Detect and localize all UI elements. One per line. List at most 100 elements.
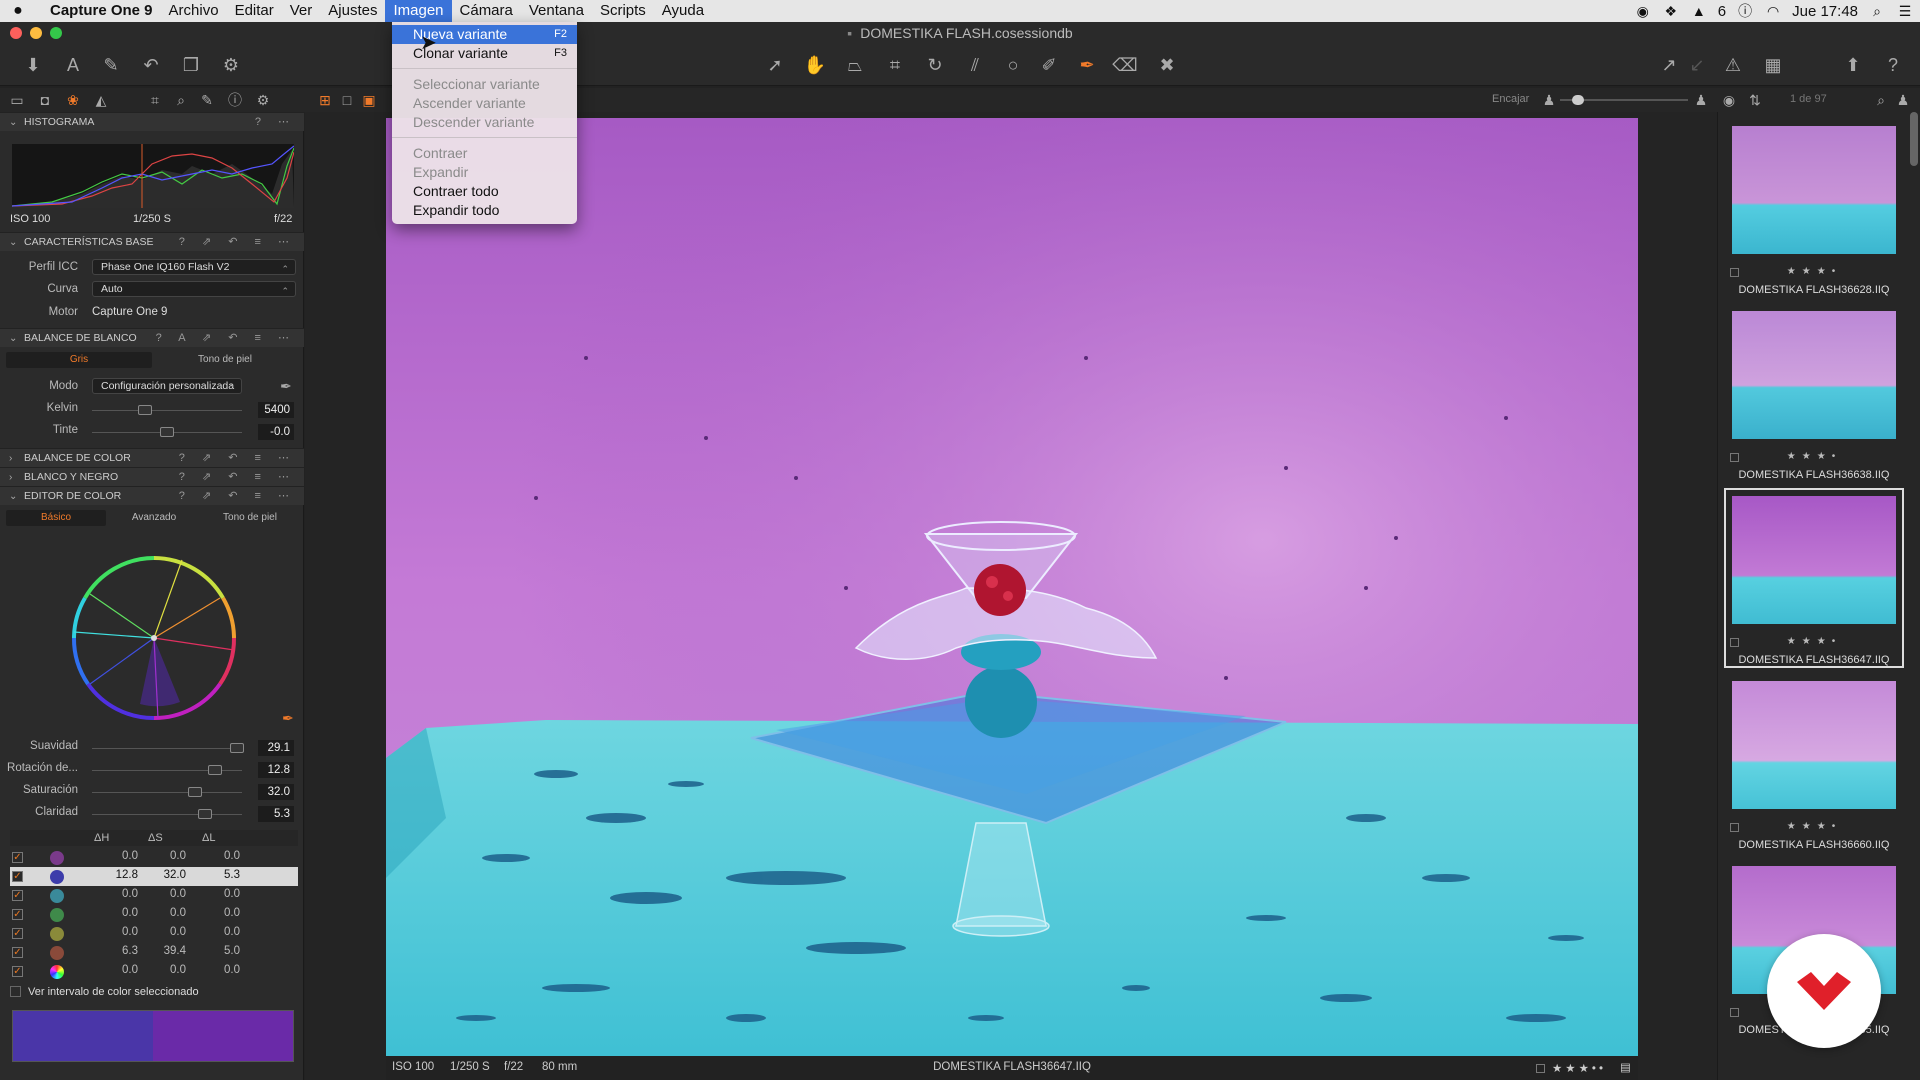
menu-camara[interactable]: Cámara	[452, 0, 521, 22]
show-range-checkbox[interactable]	[10, 986, 21, 997]
import-icon[interactable]: ⬇	[20, 52, 46, 78]
exposure-tab-icon[interactable]: ◭	[92, 91, 110, 109]
row-dl[interactable]: 0.0	[200, 926, 240, 938]
clarity-value[interactable]: 5.3	[258, 806, 294, 822]
browser-scrollbar[interactable]	[1910, 112, 1918, 166]
white-balance-header[interactable]: ⌄ BALANCE DE BLANCO ? A ⇗ ↶ ≡ ⋯	[0, 328, 304, 347]
row-dh[interactable]: 0.0	[98, 888, 138, 900]
settings-tab-icon[interactable]: ⚙	[254, 91, 272, 109]
thumbnail-image[interactable]	[1732, 311, 1896, 439]
wb-picker-icon[interactable]: ✒	[280, 378, 292, 395]
cursor-tool-icon[interactable]: ➚	[762, 52, 788, 78]
row-ds[interactable]: 0.0	[146, 888, 186, 900]
section-actions[interactable]: ? ⇗ ↶ ≡ ⋯	[179, 233, 296, 252]
thumbnail-rating[interactable]: ★★★•	[1726, 636, 1902, 647]
brush-icon[interactable]: ✎	[98, 52, 124, 78]
thumbnail-image[interactable]	[1732, 681, 1896, 809]
hand-tool-icon[interactable]: ✋	[802, 52, 828, 78]
row-ds[interactable]: 39.4	[146, 945, 186, 957]
circle-mask-icon[interactable]: ○	[1000, 52, 1026, 78]
copy-adjust-icon[interactable]: ↗	[1656, 52, 1682, 78]
info-icon[interactable]: ⓘ	[1736, 3, 1754, 19]
row-dl[interactable]: 0.0	[200, 907, 240, 919]
browser-thumbnail[interactable]: ★★★• DOMESTIKA FLASH36628.IIQ	[1726, 120, 1902, 296]
row-enable-checkbox[interactable]: ✓	[12, 890, 23, 901]
color-range-row[interactable]: ✓ 6.3 39.4 5.0	[10, 943, 298, 962]
search-icon[interactable]: ⌕	[1872, 91, 1890, 109]
record-icon[interactable]: ◉	[1634, 3, 1652, 19]
color-picker-icon[interactable]: ✒	[282, 710, 294, 727]
curve-select[interactable]: Auto	[92, 281, 296, 298]
export-icon[interactable]: ⬆	[1840, 52, 1866, 78]
base-characteristics-header[interactable]: ⌄ CARACTERÍSTICAS BASE ? ⇗ ↶ ≡ ⋯	[0, 232, 304, 251]
row-dl[interactable]: 0.0	[200, 888, 240, 900]
row-ds[interactable]: 0.0	[146, 926, 186, 938]
apple-menu-icon[interactable]: ●	[0, 0, 36, 22]
row-enable-checkbox[interactable]: ✓	[12, 928, 23, 939]
lens-tab-icon[interactable]: ⌗	[146, 91, 164, 109]
app-menu[interactable]: Capture One 9	[42, 0, 161, 22]
browser-thumbnail[interactable]: ★★★• DOMESTIKA FLASH36647.IIQ	[1724, 488, 1904, 668]
grid-view-icon[interactable]: ⊞	[316, 91, 334, 109]
row-ds[interactable]: 32.0	[146, 869, 186, 881]
tab-tono-de-piel-ce[interactable]: Tono de piel	[202, 510, 298, 526]
single-view-icon[interactable]: □	[338, 91, 356, 109]
row-enable-checkbox[interactable]: ✓	[12, 852, 23, 863]
spotlight-icon[interactable]: ⌕	[1868, 3, 1886, 19]
capture-tab-icon[interactable]: ◘	[36, 91, 54, 109]
menu-ventana[interactable]: Ventana	[521, 0, 592, 22]
menu-ayuda[interactable]: Ayuda	[654, 0, 712, 22]
row-color-swatch[interactable]	[50, 870, 64, 884]
compare-view-icon[interactable]: ▣	[360, 91, 378, 109]
warning-icon[interactable]: ⚠	[1720, 52, 1746, 78]
smoothness-slider[interactable]	[92, 743, 244, 753]
color-balance-header[interactable]: › BALANCE DE COLOR ? ⇗ ↶ ≡ ⋯	[0, 448, 304, 467]
clock[interactable]: Jue 17:48	[1792, 3, 1858, 20]
row-color-swatch[interactable]	[50, 889, 64, 903]
user-icon[interactable]: ♟	[1894, 91, 1912, 109]
minimize-window-button[interactable]	[30, 27, 42, 39]
undo-icon[interactable]: ↶	[138, 52, 164, 78]
apply-adjust-icon[interactable]: ↙	[1684, 52, 1710, 78]
notifications-icon[interactable]: ☰	[1896, 3, 1914, 19]
row-color-swatch[interactable]	[50, 908, 64, 922]
browser-thumbnail[interactable]: ★★★• DOMESTIKA FLASH36660.IIQ	[1726, 675, 1902, 851]
rotation-value[interactable]: 12.8	[258, 762, 294, 778]
adobe-icon[interactable]: ▲	[1690, 3, 1708, 19]
tint-value[interactable]: -0.0	[258, 424, 294, 440]
row-ds[interactable]: 0.0	[146, 964, 186, 976]
saturation-slider[interactable]	[92, 787, 242, 797]
eraser-icon[interactable]: ⌫	[1112, 52, 1138, 78]
color-range-row[interactable]: ✓ 0.0 0.0 0.0	[10, 905, 298, 924]
eye-icon[interactable]: ◉	[1720, 91, 1738, 109]
zoom-in-person-icon[interactable]: ♟	[1692, 91, 1710, 109]
row-dl[interactable]: 5.0	[200, 945, 240, 957]
row-color-swatch[interactable]	[50, 946, 64, 960]
fit-label[interactable]: Encajar	[1492, 93, 1529, 105]
row-enable-checkbox[interactable]: ✓	[12, 966, 23, 977]
footer-variant-icon[interactable]: ▤	[1620, 1060, 1631, 1074]
clarity-slider[interactable]	[92, 809, 242, 819]
row-dl[interactable]: 0.0	[200, 850, 240, 862]
main-photo[interactable]	[386, 118, 1638, 1056]
wifi-icon[interactable]: ◠	[1764, 3, 1782, 19]
sort-icon[interactable]: ⇅	[1746, 91, 1764, 109]
color-range-row[interactable]: ✓ 12.8 32.0 5.3	[10, 867, 298, 886]
color-range-row[interactable]: ✓ 0.0 0.0 0.0	[10, 924, 298, 943]
keystone-tool-icon[interactable]: ⏢	[842, 52, 868, 78]
dropbox-icon[interactable]: ❖	[1662, 3, 1680, 19]
thumbnail-rating[interactable]: ★★★•	[1726, 451, 1902, 462]
section-actions[interactable]: ? A ⇗ ↶ ≡ ⋯	[156, 329, 296, 348]
color-picker-icon[interactable]: ✒	[1074, 52, 1100, 78]
menu-imagen[interactable]: Imagen	[385, 0, 452, 22]
menu-editar[interactable]: Editar	[227, 0, 282, 22]
row-color-swatch[interactable]	[50, 927, 64, 941]
section-actions[interactable]: ? ⇗ ↶ ≡ ⋯	[179, 487, 296, 506]
color-wheel[interactable]	[70, 554, 238, 722]
grid-icon[interactable]: ▦	[1760, 52, 1786, 78]
crop-tool-icon[interactable]: ⌗	[882, 52, 908, 78]
color-editor-header[interactable]: ⌄ EDITOR DE COLOR ? ⇗ ↶ ≡ ⋯	[0, 486, 304, 505]
color-range-row[interactable]: ✓ 0.0 0.0 0.0	[10, 886, 298, 905]
zoom-window-button[interactable]	[50, 27, 62, 39]
footer-select-checkbox[interactable]	[1536, 1064, 1545, 1073]
